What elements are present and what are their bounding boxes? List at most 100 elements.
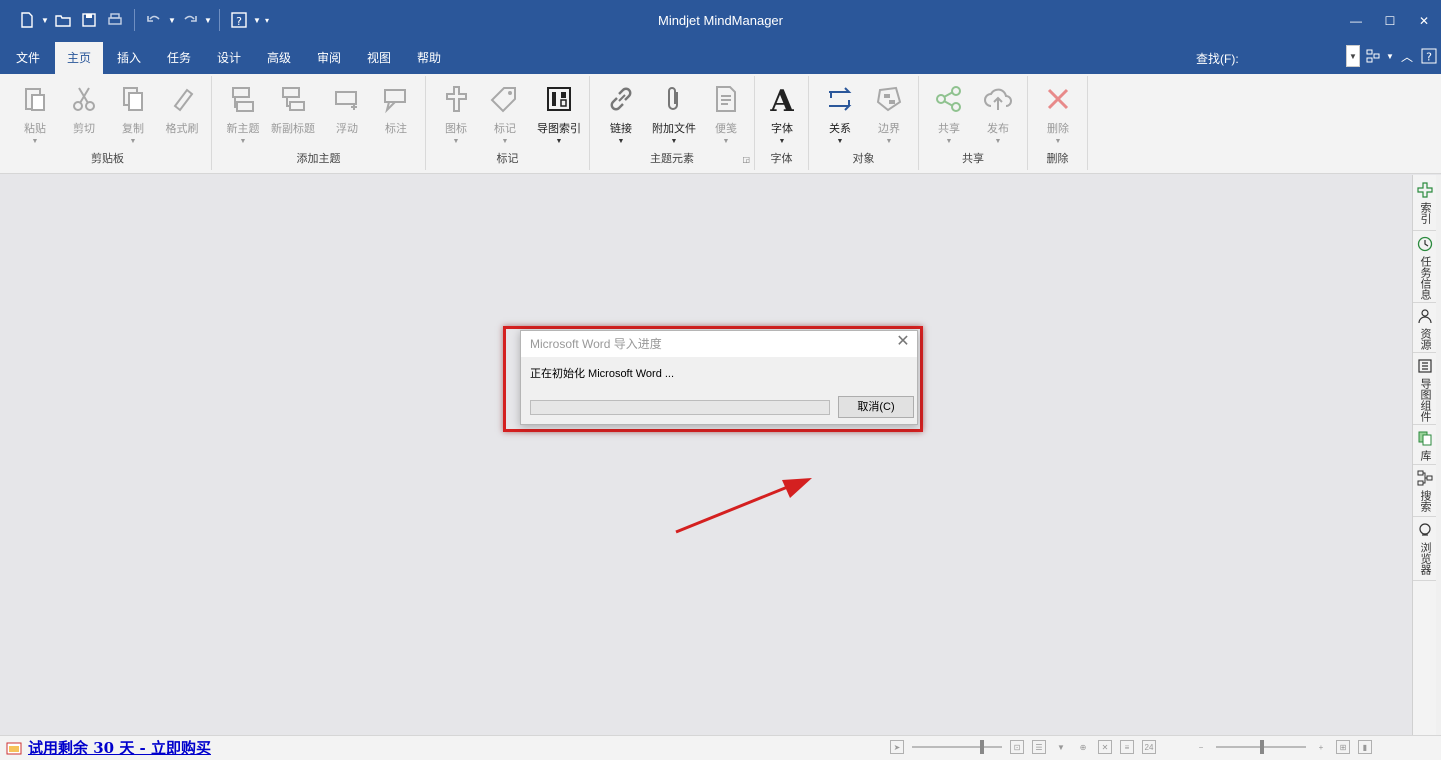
annotation-arrow bbox=[675, 478, 812, 534]
tab-design[interactable]: 设计 bbox=[206, 42, 252, 74]
tab-view[interactable]: 视图 bbox=[356, 42, 402, 74]
relationship-button[interactable]: 关系 ▼ bbox=[815, 82, 865, 145]
tab-insert[interactable]: 插入 bbox=[106, 42, 152, 74]
side-tab-search[interactable]: 搜索 bbox=[1413, 467, 1437, 517]
send-icon[interactable]: ➤ bbox=[890, 740, 904, 754]
new-topic-icon bbox=[218, 82, 268, 116]
share-button[interactable]: 共享 ▼ bbox=[924, 82, 974, 145]
layout-icon[interactable] bbox=[1364, 46, 1382, 66]
format-painter-button[interactable]: 格式刷 bbox=[157, 82, 207, 136]
import-progress-dialog: Microsoft Word 导入进度 ✕ 正在初始化 Microsoft Wo… bbox=[520, 330, 918, 425]
chevron-down-icon: ▼ bbox=[994, 138, 1002, 145]
minimize-button[interactable]: — bbox=[1339, 8, 1373, 34]
paste-button[interactable]: 粘贴 ▼ bbox=[10, 82, 60, 145]
group-label: 共享 bbox=[962, 153, 984, 165]
layout-toggle-icon[interactable]: ▮ bbox=[1358, 740, 1372, 754]
zoom-in-icon[interactable]: + bbox=[1314, 740, 1328, 754]
side-tab-resources[interactable]: 资源 bbox=[1413, 305, 1437, 353]
group-font: A 字体 ▼ 字体 bbox=[755, 76, 809, 170]
side-tab-task-info[interactable]: 任务信息 bbox=[1413, 233, 1437, 303]
trial-buy-link[interactable]: 试用剩余 30 天 - 立即购买 bbox=[28, 737, 211, 758]
side-tab-index[interactable]: 索引 bbox=[1413, 179, 1437, 231]
cloud-upload-icon bbox=[973, 82, 1023, 116]
notes-icon bbox=[701, 82, 751, 116]
balance-icon[interactable]: ≡ bbox=[1120, 740, 1134, 754]
browser-icon bbox=[1419, 523, 1431, 536]
dialog-title: Microsoft Word 导入进度 bbox=[530, 337, 662, 351]
outline-icon[interactable]: ☰ bbox=[1032, 740, 1046, 754]
layout-dropdown-icon[interactable]: ▼ bbox=[1386, 46, 1394, 66]
ribbon-right-tools: ▼ ︿ ? bbox=[1364, 46, 1438, 66]
slider-track bbox=[912, 746, 1002, 748]
cut-button[interactable]: 剪切 bbox=[59, 82, 109, 136]
callout-button[interactable]: 标注 bbox=[371, 82, 421, 136]
notes-button[interactable]: 便笺 ▼ bbox=[701, 82, 751, 145]
tab-help[interactable]: 帮助 bbox=[406, 42, 452, 74]
map-index-button[interactable]: 导图索引 ▼ bbox=[531, 82, 587, 145]
hyperlink-button[interactable]: 链接 ▼ bbox=[596, 82, 646, 145]
close-button[interactable]: ✕ bbox=[1407, 8, 1441, 34]
chevron-down-icon: ▼ bbox=[1054, 138, 1062, 145]
collapse-icon[interactable]: ✕ bbox=[1098, 740, 1112, 754]
status-tools: ➤ ⊡ ☰ ▼ ⊕ ✕ ≡ 24 − + ⊞ ▮ bbox=[890, 740, 1372, 754]
tab-advanced[interactable]: 高级 bbox=[256, 42, 302, 74]
boundary-button[interactable]: 边界 ▼ bbox=[864, 82, 914, 145]
floating-topic-button[interactable]: 浮动 bbox=[322, 82, 372, 136]
window-controls: — ☐ ✕ bbox=[1339, 8, 1441, 34]
attach-file-button[interactable]: 附加文件 ▼ bbox=[648, 82, 700, 145]
group-label: 字体 bbox=[770, 153, 793, 165]
side-tab-map-parts[interactable]: 导图组件 bbox=[1413, 355, 1437, 425]
find-label: 查找(F): bbox=[1196, 52, 1239, 66]
dialog-launcher-icon[interactable]: ◲ bbox=[742, 155, 750, 164]
find-dropdown[interactable]: ▼ bbox=[1346, 45, 1360, 67]
menu-bar: 文件 主页 插入 任务 设计 高级 审阅 视图 帮助 查找(F): bbox=[0, 42, 1441, 74]
dialog-message: 正在初始化 Microsoft Word ... bbox=[530, 368, 675, 380]
link-icon bbox=[596, 82, 646, 116]
publish-button[interactable]: 发布 ▼ bbox=[973, 82, 1023, 145]
tab-review[interactable]: 审阅 bbox=[306, 42, 352, 74]
filter-icon[interactable]: ▼ bbox=[1054, 740, 1068, 754]
copy-button[interactable]: 复制 ▼ bbox=[108, 82, 158, 145]
chevron-down-icon: ▼ bbox=[31, 138, 39, 145]
icon-marker-icon bbox=[431, 82, 481, 116]
fit-page-icon[interactable]: ⊞ bbox=[1336, 740, 1350, 754]
slider-thumb[interactable] bbox=[1260, 740, 1264, 754]
status-bar: 试用剩余 30 天 - 立即购买 ➤ ⊡ ☰ ▼ ⊕ ✕ ≡ 24 − + ⊞ … bbox=[0, 735, 1441, 760]
focus-icon[interactable]: ⊕ bbox=[1076, 740, 1090, 754]
collapse-ribbon-icon[interactable]: ︿ bbox=[1398, 46, 1416, 66]
detail-slider[interactable] bbox=[912, 740, 1002, 754]
side-tab-library[interactable]: 库 bbox=[1413, 427, 1437, 465]
floating-topic-icon bbox=[322, 82, 372, 116]
maximize-button[interactable]: ☐ bbox=[1373, 8, 1407, 34]
tab-task[interactable]: 任务 bbox=[156, 42, 202, 74]
app-title: Mindjet MindManager bbox=[657, 13, 783, 28]
tab-file[interactable]: 文件 bbox=[6, 42, 50, 74]
vertical-scrollbar[interactable] bbox=[1436, 175, 1441, 735]
zoom-slider[interactable] bbox=[1216, 740, 1306, 754]
help-icon[interactable]: ? bbox=[1420, 46, 1438, 66]
side-tab-browser[interactable]: 浏览器 bbox=[1413, 519, 1437, 581]
tab-home[interactable]: 主页 bbox=[55, 42, 103, 74]
map-canvas[interactable] bbox=[0, 175, 1412, 735]
new-subtopic-button[interactable]: 新副标题 bbox=[268, 82, 318, 136]
copy-icon bbox=[108, 82, 158, 116]
cancel-button[interactable]: 取消(C) bbox=[838, 396, 914, 418]
font-button[interactable]: A 字体 ▼ bbox=[757, 82, 807, 145]
font-a-icon: A bbox=[757, 82, 807, 116]
slider-thumb[interactable] bbox=[980, 740, 984, 754]
icon-button[interactable]: 图标 ▼ bbox=[431, 82, 481, 145]
new-topic-button[interactable]: 新主题 ▼ bbox=[218, 82, 268, 145]
chevron-down-icon: ▼ bbox=[129, 138, 137, 145]
delete-button[interactable]: 删除 ▼ bbox=[1033, 82, 1083, 145]
paste-icon bbox=[10, 82, 60, 116]
group-label: 添加主题 bbox=[296, 153, 341, 165]
ribbon: 粘贴 ▼ 剪切 复制 ▼ 格式刷 剪贴板 新主题 ▼ 新副标题 浮动 标注 添加… bbox=[0, 74, 1441, 174]
new-subtopic-icon bbox=[268, 82, 318, 116]
tag-button[interactable]: 标记 ▼ bbox=[480, 82, 530, 145]
fit-map-icon[interactable]: ⊡ bbox=[1010, 740, 1024, 754]
person-icon bbox=[1418, 309, 1432, 324]
group-add-topic: 新主题 ▼ 新副标题 浮动 标注 添加主题 bbox=[212, 76, 426, 170]
calendar-icon[interactable]: 24 bbox=[1142, 740, 1156, 754]
close-icon[interactable]: ✕ bbox=[895, 333, 911, 351]
zoom-out-icon[interactable]: − bbox=[1194, 740, 1208, 754]
